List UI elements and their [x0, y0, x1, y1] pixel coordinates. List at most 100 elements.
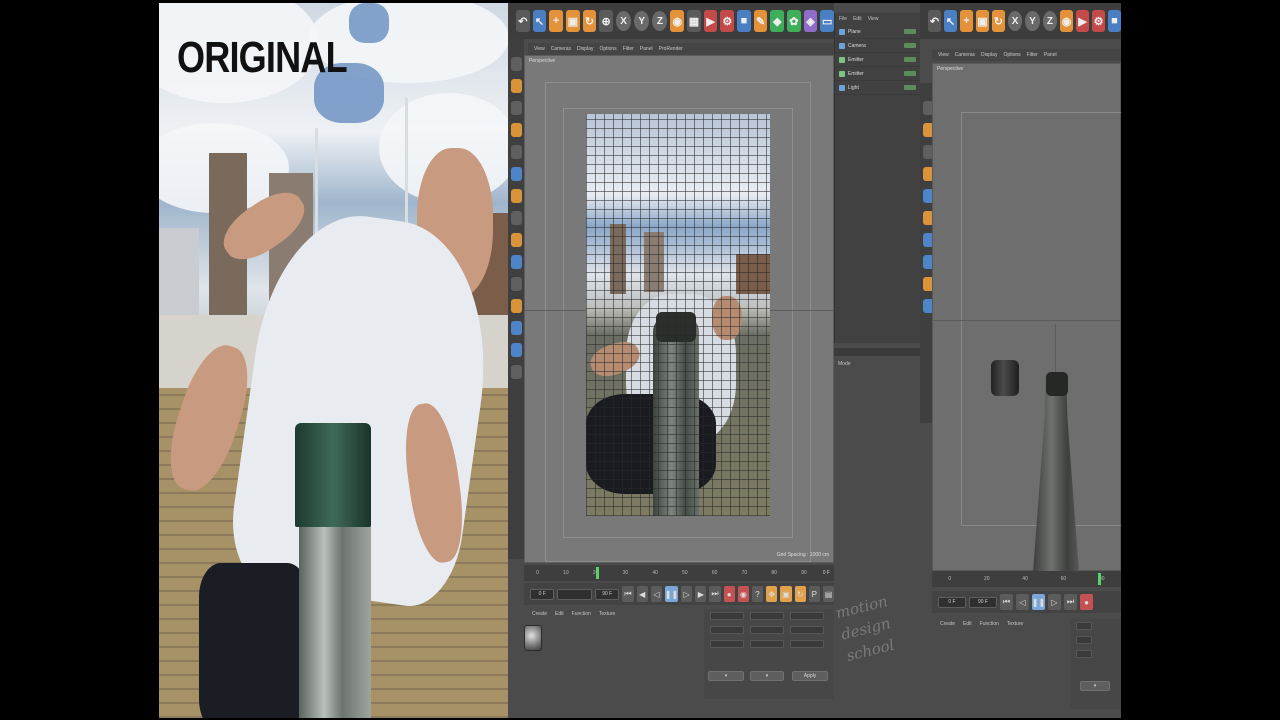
- bottle-cap-object[interactable]: [991, 360, 1019, 396]
- move-icon[interactable]: +: [549, 10, 563, 32]
- live-selection-icon[interactable]: ↖: [943, 10, 957, 32]
- position-z-field[interactable]: [1076, 650, 1092, 658]
- tweak-mode-icon[interactable]: [510, 211, 522, 225]
- y-axis-toggle[interactable]: Y: [1025, 11, 1040, 31]
- position-z-field[interactable]: [710, 640, 744, 648]
- bottle-neck-object[interactable]: [1046, 372, 1068, 396]
- render-view-icon[interactable]: ▶: [703, 10, 718, 32]
- end-frame-field[interactable]: 90 F: [969, 596, 997, 608]
- menu-options[interactable]: Options: [599, 46, 616, 52]
- timeline-ruler[interactable]: 0 20 40 60 80: [932, 571, 1121, 587]
- play-pause-icon[interactable]: ❚❚: [1032, 594, 1045, 610]
- array-icon[interactable]: ✿: [787, 10, 801, 32]
- cube-icon[interactable]: ■: [737, 10, 751, 32]
- edges-mode-icon[interactable]: [510, 145, 522, 159]
- object-row[interactable]: Emitter: [835, 67, 920, 81]
- visibility-flags[interactable]: [904, 43, 916, 48]
- go-to-end-icon[interactable]: ⏭: [1064, 594, 1077, 610]
- menu-view[interactable]: View: [938, 52, 949, 58]
- deformer-icon[interactable]: ◈: [803, 10, 818, 32]
- end-frame-field[interactable]: 90 F: [595, 588, 620, 600]
- attribute-manager-divider[interactable]: [834, 348, 920, 356]
- menu-filter[interactable]: Filter: [1027, 52, 1038, 58]
- last-tool-icon[interactable]: ⊕: [599, 10, 613, 32]
- menu-edit[interactable]: Edit: [555, 611, 564, 617]
- start-frame-field[interactable]: 0 F: [938, 596, 966, 608]
- playhead[interactable]: [596, 567, 599, 579]
- coordinate-system-icon[interactable]: ◉: [1060, 10, 1074, 32]
- size-x-field[interactable]: [750, 612, 784, 620]
- menu-display[interactable]: Display: [981, 52, 997, 58]
- snap-icon[interactable]: [510, 233, 522, 247]
- perspective-viewport[interactable]: Perspective: [932, 63, 1121, 572]
- next-frame-icon[interactable]: ▷: [1048, 594, 1061, 610]
- playhead[interactable]: [1098, 573, 1101, 585]
- subdivision-icon[interactable]: ◆: [770, 10, 785, 32]
- viewport-solo-icon[interactable]: [510, 321, 522, 335]
- z-axis-toggle[interactable]: Z: [652, 11, 668, 31]
- pen-icon[interactable]: ✎: [753, 10, 768, 32]
- om-menu-view[interactable]: View: [868, 16, 879, 22]
- menu-edit[interactable]: Edit: [963, 621, 972, 627]
- visibility-flags[interactable]: [904, 29, 916, 34]
- object-dropdown[interactable]: ▾: [708, 671, 744, 681]
- key-scale-icon[interactable]: ▣: [780, 586, 792, 602]
- render-region-icon[interactable]: ▦: [687, 10, 701, 32]
- menu-create[interactable]: Create: [940, 621, 955, 627]
- timeline-menu-icon[interactable]: ▤: [822, 586, 835, 602]
- scale-icon[interactable]: ▣: [975, 10, 989, 32]
- workplane-icon[interactable]: [510, 255, 522, 269]
- scale-icon[interactable]: ▣: [565, 10, 580, 32]
- next-key-icon[interactable]: ▶: [695, 586, 707, 602]
- cube-icon[interactable]: ■: [1108, 10, 1121, 32]
- previous-key-icon[interactable]: ◀: [636, 586, 648, 602]
- menu-function[interactable]: Function: [572, 611, 591, 617]
- next-frame-icon[interactable]: ▷: [681, 586, 693, 602]
- apply-button[interactable]: Apply: [792, 671, 828, 681]
- object-row[interactable]: Plane: [835, 25, 920, 39]
- record-keys-icon[interactable]: ●: [723, 586, 735, 602]
- solo-icon[interactable]: [510, 299, 522, 313]
- keyframe-selection-icon[interactable]: ?: [751, 586, 764, 602]
- attribute-mode-menu[interactable]: Mode: [838, 361, 851, 367]
- menu-texture[interactable]: Texture: [1007, 621, 1023, 627]
- menu-panel[interactable]: Panel: [1044, 52, 1057, 58]
- render-settings-icon[interactable]: ⚙: [1092, 10, 1106, 32]
- go-to-start-icon[interactable]: ⏮: [1000, 594, 1013, 610]
- visibility-flags[interactable]: [904, 85, 916, 90]
- floor-icon[interactable]: ▭: [820, 10, 835, 32]
- perspective-viewport[interactable]: Perspective Grid Spacing : 1000 cm: [524, 55, 835, 563]
- render-view-icon[interactable]: ▶: [1076, 10, 1090, 32]
- position-y-field[interactable]: [1076, 636, 1092, 644]
- position-x-field[interactable]: [710, 612, 744, 620]
- rotation-p-field[interactable]: [790, 626, 824, 634]
- om-menu-edit[interactable]: Edit: [853, 16, 862, 22]
- rotate-icon[interactable]: ↻: [582, 10, 597, 32]
- record-keys-icon[interactable]: ●: [1080, 594, 1093, 610]
- z-axis-toggle[interactable]: Z: [1042, 11, 1058, 31]
- size-z-field[interactable]: [750, 640, 784, 648]
- menu-display[interactable]: Display: [577, 46, 593, 52]
- sculpt-icon[interactable]: [510, 365, 522, 379]
- previous-frame-icon[interactable]: ◁: [1016, 594, 1029, 610]
- rotate-icon[interactable]: ↻: [991, 10, 1005, 32]
- menu-filter[interactable]: Filter: [623, 46, 634, 52]
- play-pause-icon[interactable]: ❚❚: [665, 586, 678, 602]
- object-row[interactable]: Camera: [835, 39, 920, 53]
- rotation-b-field[interactable]: [790, 640, 824, 648]
- rotation-h-field[interactable]: [790, 612, 824, 620]
- axis-mode-icon[interactable]: [510, 189, 522, 203]
- position-x-field[interactable]: [1076, 622, 1092, 630]
- key-position-icon[interactable]: ✥: [766, 586, 778, 602]
- key-param-icon[interactable]: P: [808, 586, 820, 602]
- menu-prorender[interactable]: ProRender: [659, 46, 683, 52]
- menu-cameras[interactable]: Cameras: [955, 52, 975, 58]
- start-frame-field[interactable]: 0 F: [530, 588, 555, 600]
- polygons-mode-icon[interactable]: [510, 167, 522, 181]
- locked-workplane-icon[interactable]: [510, 277, 522, 291]
- go-to-end-icon[interactable]: ⏭: [709, 586, 721, 602]
- menu-options[interactable]: Options: [1003, 52, 1020, 58]
- go-to-start-icon[interactable]: ⏮: [622, 586, 634, 602]
- object-row[interactable]: Light: [835, 81, 920, 95]
- menu-panel[interactable]: Panel: [640, 46, 653, 52]
